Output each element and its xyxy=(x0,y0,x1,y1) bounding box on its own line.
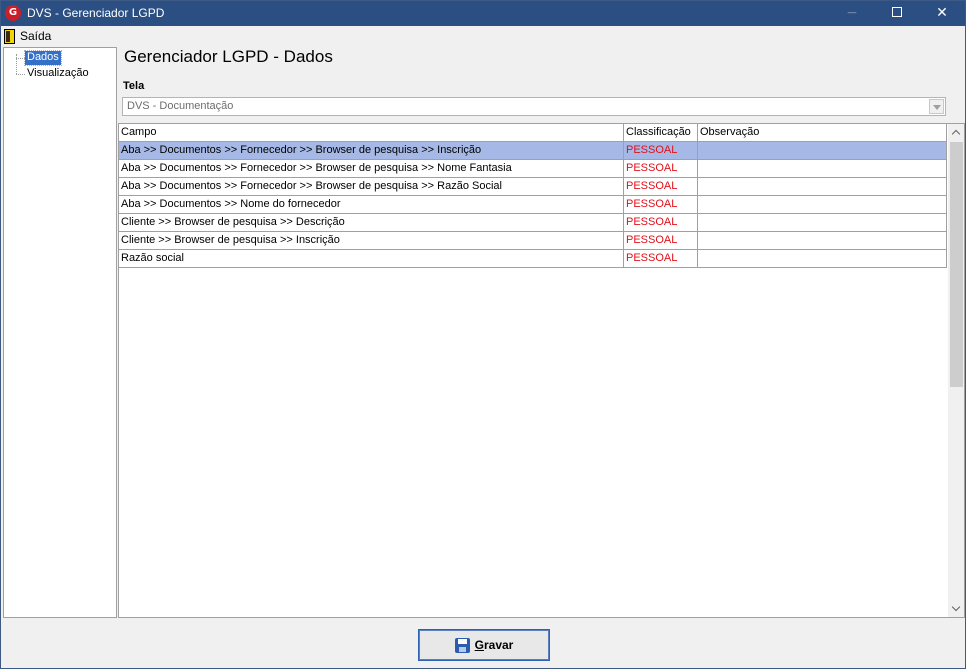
scroll-down-button[interactable] xyxy=(948,600,964,617)
column-header-classificacao[interactable]: Classificação xyxy=(624,124,698,142)
tree-connector xyxy=(16,58,25,59)
app-window: G DVS - Gerenciador LGPD − ✕ Saída Dados… xyxy=(0,0,966,669)
tela-select-value: DVS - Documentação xyxy=(127,100,234,112)
minimize-button[interactable]: − xyxy=(829,1,875,26)
cell-classificacao[interactable]: PESSOAL xyxy=(624,142,698,159)
cell-observacao[interactable] xyxy=(698,178,947,195)
table-row[interactable]: Aba >> Documentos >> Nome do fornecedor … xyxy=(119,196,947,214)
cell-campo[interactable]: Aba >> Documentos >> Nome do fornecedor xyxy=(119,196,624,213)
table-row[interactable]: Cliente >> Browser de pesquisa >> Inscri… xyxy=(119,232,947,250)
floppy-disk-icon xyxy=(454,637,470,653)
column-header-campo[interactable]: Campo xyxy=(119,124,624,142)
title-bar[interactable]: G DVS - Gerenciador LGPD − ✕ xyxy=(1,1,965,26)
cell-campo[interactable]: Cliente >> Browser de pesquisa >> Inscri… xyxy=(119,232,624,249)
table-row[interactable]: Cliente >> Browser de pesquisa >> Descri… xyxy=(119,214,947,232)
cell-classificacao[interactable]: PESSOAL xyxy=(624,232,698,249)
close-button[interactable]: ✕ xyxy=(919,1,965,26)
chevron-up-icon xyxy=(951,129,961,139)
table-row[interactable]: Aba >> Documentos >> Fornecedor >> Brows… xyxy=(119,178,947,196)
save-button-label: Gravar xyxy=(474,638,514,652)
cell-observacao[interactable] xyxy=(698,232,947,249)
menu-bar: Saída xyxy=(1,26,965,46)
table-row[interactable]: Aba >> Documentos >> Fornecedor >> Brows… xyxy=(119,160,947,178)
save-button[interactable]: Gravar xyxy=(418,629,550,661)
scroll-up-button[interactable] xyxy=(948,124,964,141)
grid-vertical-scrollbar[interactable] xyxy=(948,124,964,617)
cell-observacao[interactable] xyxy=(698,214,947,231)
cell-observacao[interactable] xyxy=(698,160,947,177)
menu-exit[interactable]: Saída xyxy=(4,27,51,45)
cell-observacao[interactable] xyxy=(698,250,947,267)
maximize-button[interactable] xyxy=(874,1,920,26)
cell-observacao[interactable] xyxy=(698,142,947,159)
cell-campo[interactable]: Cliente >> Browser de pesquisa >> Descri… xyxy=(119,214,624,231)
column-header-observacao[interactable]: Observação xyxy=(698,124,947,142)
cell-observacao[interactable] xyxy=(698,196,947,213)
cell-classificacao[interactable]: PESSOAL xyxy=(624,178,698,195)
cell-campo[interactable]: Aba >> Documentos >> Fornecedor >> Brows… xyxy=(119,142,624,159)
menu-exit-label: Saída xyxy=(20,29,52,43)
cell-classificacao[interactable]: PESSOAL xyxy=(624,250,698,267)
maximize-icon xyxy=(892,7,902,17)
tree-item-dados[interactable]: Dados xyxy=(24,50,62,66)
data-grid[interactable]: Campo Classificação Observação Aba >> Do… xyxy=(118,123,965,618)
tela-label: Tela xyxy=(123,80,145,92)
window-title: DVS - Gerenciador LGPD xyxy=(27,6,165,20)
tela-select[interactable]: DVS - Documentação xyxy=(122,97,946,116)
cell-campo[interactable]: Aba >> Documentos >> Fornecedor >> Brows… xyxy=(119,178,624,195)
table-row[interactable]: Razão social PESSOAL xyxy=(119,250,947,268)
tela-select-dropdown-button[interactable] xyxy=(929,99,944,114)
tree-connector xyxy=(16,54,17,74)
dvs-logo-icon: G xyxy=(5,5,21,21)
cell-campo[interactable]: Aba >> Documentos >> Fornecedor >> Brows… xyxy=(119,160,624,177)
navigation-tree: Dados Visualização xyxy=(3,47,117,618)
cell-classificacao[interactable]: PESSOAL xyxy=(624,214,698,231)
chevron-down-icon xyxy=(951,602,961,612)
cell-classificacao[interactable]: PESSOAL xyxy=(624,160,698,177)
cell-campo[interactable]: Razão social xyxy=(119,250,624,267)
tree-connector xyxy=(16,74,25,75)
grid-header: Campo Classificação Observação xyxy=(119,124,947,142)
scroll-thumb[interactable] xyxy=(950,142,963,387)
table-row[interactable]: Aba >> Documentos >> Fornecedor >> Brows… xyxy=(119,142,947,160)
door-exit-icon xyxy=(4,28,15,44)
chevron-down-icon xyxy=(933,105,941,110)
cell-classificacao[interactable]: PESSOAL xyxy=(624,196,698,213)
tree-item-visualizacao[interactable]: Visualização xyxy=(25,67,91,81)
page-title: Gerenciador LGPD - Dados xyxy=(124,47,333,66)
